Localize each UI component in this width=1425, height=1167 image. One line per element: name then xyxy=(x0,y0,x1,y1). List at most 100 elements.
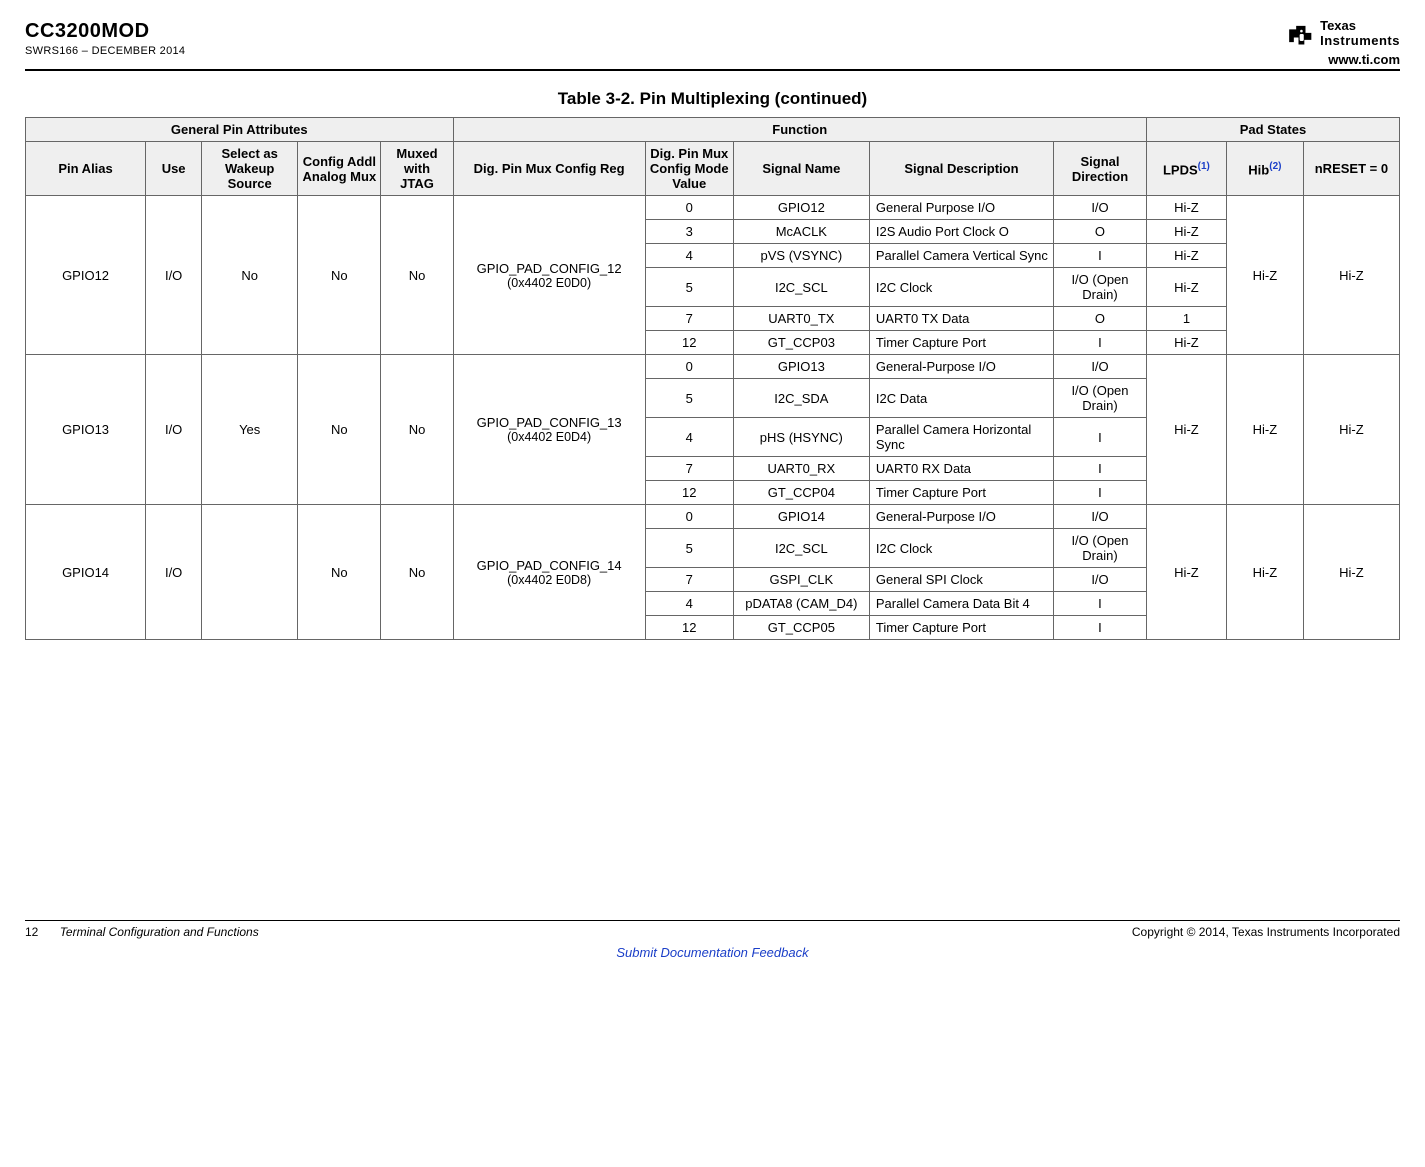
func-mode: 4 xyxy=(645,244,733,268)
pin-addl-mux: No xyxy=(298,196,381,355)
pin-nreset: Hi-Z xyxy=(1303,505,1399,640)
func-signal: GT_CCP03 xyxy=(733,331,869,355)
col-wakeup: Select as Wakeup Source xyxy=(202,142,298,196)
col-nreset: nRESET = 0 xyxy=(1303,142,1399,196)
func-desc: UART0 TX Data xyxy=(869,307,1053,331)
doc-title: CC3200MOD xyxy=(25,20,185,43)
func-signal: pVS (VSYNC) xyxy=(733,244,869,268)
func-desc: General Purpose I/O xyxy=(869,196,1053,220)
func-mode: 7 xyxy=(645,307,733,331)
func-signal: UART0_TX xyxy=(733,307,869,331)
func-dir: I/O xyxy=(1054,505,1147,529)
pin-config-reg: GPIO_PAD_CONFIG_12(0x4402 E0D0) xyxy=(453,196,645,355)
func-signal: GPIO12 xyxy=(733,196,869,220)
pin-nreset: Hi-Z xyxy=(1303,355,1399,505)
func-signal: pHS (HSYNC) xyxy=(733,418,869,457)
func-mode: 0 xyxy=(645,505,733,529)
func-mode: 0 xyxy=(645,196,733,220)
pin-use: I/O xyxy=(146,505,202,640)
pin-hib: Hi-Z xyxy=(1226,196,1303,355)
col-use: Use xyxy=(146,142,202,196)
pin-alias: GPIO13 xyxy=(26,355,146,505)
col-mode: Dig. Pin Mux Config Mode Value xyxy=(645,142,733,196)
pin-jtag: No xyxy=(381,505,453,640)
func-signal: I2C_SCL xyxy=(733,268,869,307)
func-mode: 3 xyxy=(645,220,733,244)
group-header-function: Function xyxy=(453,118,1146,142)
func-signal: I2C_SCL xyxy=(733,529,869,568)
table-caption: Table 3-2. Pin Multiplexing (continued) xyxy=(25,89,1400,109)
group-header-general: General Pin Attributes xyxy=(26,118,454,142)
func-mode: 5 xyxy=(645,529,733,568)
func-mode: 7 xyxy=(645,457,733,481)
func-signal: McACLK xyxy=(733,220,869,244)
ti-logo-icon xyxy=(1288,22,1316,46)
table-row: GPIO12I/ONoNoNoGPIO_PAD_CONFIG_12(0x4402… xyxy=(26,196,1400,220)
pin-addl-mux: No xyxy=(298,505,381,640)
func-lpds: Hi-Z xyxy=(1146,220,1226,244)
group-header-pad: Pad States xyxy=(1146,118,1399,142)
func-dir: I/O (Open Drain) xyxy=(1054,379,1147,418)
pin-wakeup: No xyxy=(202,196,298,355)
pin-hib: Hi-Z xyxy=(1226,505,1303,640)
func-desc: Timer Capture Port xyxy=(869,616,1053,640)
pin-hib: Hi-Z xyxy=(1226,355,1303,505)
page-header: CC3200MOD SWRS166 – DECEMBER 2014 Texas … xyxy=(25,20,1400,71)
func-lpds: Hi-Z xyxy=(1146,244,1226,268)
func-signal: GPIO14 xyxy=(733,505,869,529)
func-dir: I xyxy=(1054,244,1147,268)
col-reg: Dig. Pin Mux Config Reg xyxy=(453,142,645,196)
func-dir: I/O xyxy=(1054,568,1147,592)
col-hib: Hib(2) xyxy=(1226,142,1303,196)
pin-use: I/O xyxy=(146,355,202,505)
func-mode: 12 xyxy=(645,481,733,505)
func-desc: Timer Capture Port xyxy=(869,331,1053,355)
func-signal: pDATA8 (CAM_D4) xyxy=(733,592,869,616)
func-mode: 5 xyxy=(645,268,733,307)
func-desc: Timer Capture Port xyxy=(869,481,1053,505)
pin-jtag: No xyxy=(381,196,453,355)
func-lpds: Hi-Z xyxy=(1146,268,1226,307)
func-mode: 12 xyxy=(645,331,733,355)
func-desc: Parallel Camera Horizontal Sync xyxy=(869,418,1053,457)
col-desc: Signal Description xyxy=(869,142,1053,196)
func-mode: 12 xyxy=(645,616,733,640)
func-dir: I xyxy=(1054,331,1147,355)
func-desc: Parallel Camera Data Bit 4 xyxy=(869,592,1053,616)
func-dir: I/O xyxy=(1054,355,1147,379)
func-dir: I xyxy=(1054,481,1147,505)
func-signal: GT_CCP05 xyxy=(733,616,869,640)
func-lpds: Hi-Z xyxy=(1146,331,1226,355)
func-dir: I/O (Open Drain) xyxy=(1054,268,1147,307)
brand-name: Texas xyxy=(1320,20,1400,32)
header-url[interactable]: www.ti.com xyxy=(1328,52,1400,67)
table-body: GPIO12I/ONoNoNoGPIO_PAD_CONFIG_12(0x4402… xyxy=(26,196,1400,640)
table-head: General Pin Attributes Function Pad Stat… xyxy=(26,118,1400,196)
func-dir: I xyxy=(1054,457,1147,481)
pin-wakeup: Yes xyxy=(202,355,298,505)
pin-wakeup xyxy=(202,505,298,640)
col-signal: Signal Name xyxy=(733,142,869,196)
pin-multiplexing-table: General Pin Attributes Function Pad Stat… xyxy=(25,117,1400,640)
func-dir: O xyxy=(1054,307,1147,331)
func-mode: 0 xyxy=(645,355,733,379)
func-dir: I xyxy=(1054,616,1147,640)
table-row: GPIO14I/ONoNoGPIO_PAD_CONFIG_14(0x4402 E… xyxy=(26,505,1400,529)
func-desc: UART0 RX Data xyxy=(869,457,1053,481)
pin-lpds: Hi-Z xyxy=(1146,355,1226,505)
func-signal: UART0_RX xyxy=(733,457,869,481)
func-dir: O xyxy=(1054,220,1147,244)
pin-nreset: Hi-Z xyxy=(1303,196,1399,355)
pin-jtag: No xyxy=(381,355,453,505)
func-lpds: Hi-Z xyxy=(1146,196,1226,220)
col-addl-mux: Config Addl Analog Mux xyxy=(298,142,381,196)
pin-config-reg: GPIO_PAD_CONFIG_13(0x4402 E0D4) xyxy=(453,355,645,505)
submit-feedback-link[interactable]: Submit Documentation Feedback xyxy=(616,945,808,960)
func-signal: GSPI_CLK xyxy=(733,568,869,592)
func-signal: GT_CCP04 xyxy=(733,481,869,505)
func-desc: I2C Clock xyxy=(869,529,1053,568)
func-dir: I/O xyxy=(1054,196,1147,220)
header-right: Texas Instruments www.ti.com xyxy=(1288,20,1400,67)
pin-lpds: Hi-Z xyxy=(1146,505,1226,640)
page-number: 12 xyxy=(25,925,38,939)
